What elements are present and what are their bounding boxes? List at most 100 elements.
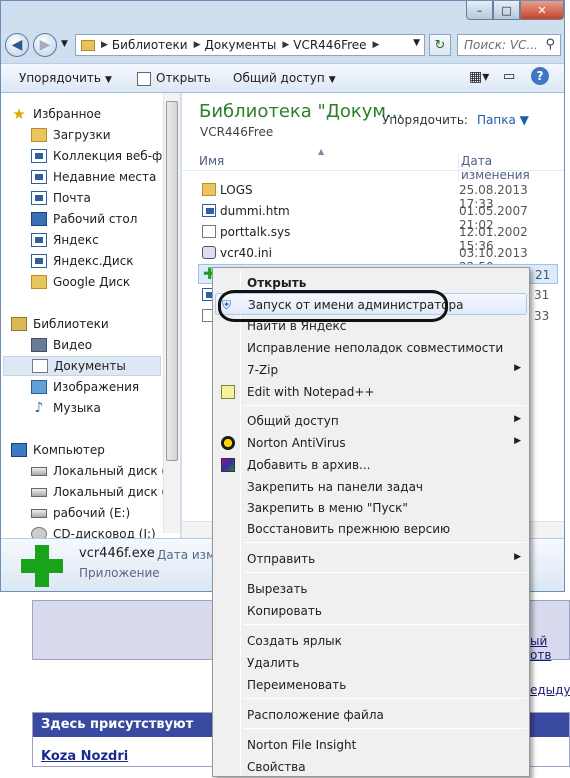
- arrange-by-dropdown[interactable]: Папка ▼: [477, 113, 529, 127]
- sidebar-item-video[interactable]: Видео: [31, 335, 92, 355]
- sidebar-item-music[interactable]: ♪ Музыка: [31, 398, 101, 418]
- nav-pane-scrollbar[interactable]: [163, 93, 180, 533]
- menu-item-create-shortcut[interactable]: Создать ярлык: [215, 630, 527, 652]
- menu-item-properties[interactable]: Свойства: [215, 756, 527, 778]
- winrar-icon: [221, 458, 235, 472]
- menu-item-delete[interactable]: Удалить: [215, 652, 527, 674]
- images-library-icon: [31, 380, 47, 394]
- navigation-pane: ★ Избранное Загрузки Коллекция веб-фра Не…: [1, 93, 181, 538]
- file-row[interactable]: LOGS 25.08.2013 17:33: [198, 180, 558, 211]
- address-dropdown-arrow[interactable]: ▼: [413, 38, 420, 48]
- breadcrumb-libraries[interactable]: Библиотеки: [112, 38, 188, 52]
- folder-icon: [202, 183, 216, 196]
- navigation-bar: ◀ ▶ ▼ ▶ Библиотеки ▶ Документы ▶ VCR446F…: [1, 29, 566, 61]
- sidebar-item-yandex[interactable]: Яндекс: [31, 230, 99, 250]
- submenu-arrow-icon: ▶: [514, 414, 521, 424]
- menu-item-restore-version[interactable]: Восстановить прежнюю версию: [215, 518, 527, 540]
- organize-button[interactable]: Упорядочить ▼: [19, 71, 112, 85]
- refresh-icon[interactable]: ↻: [429, 34, 451, 56]
- downloads-folder-icon: [31, 128, 47, 142]
- sidebar-item-disk-c[interactable]: Локальный диск (C:: [31, 461, 179, 481]
- view-options-icon[interactable]: ▦▾: [469, 69, 489, 85]
- menu-item-sharing[interactable]: Общий доступ ▶: [215, 410, 527, 432]
- sort-arrow-icon: ▲: [318, 147, 325, 156]
- libraries-header[interactable]: Библиотеки: [11, 314, 109, 334]
- hard-disk-icon: [31, 508, 47, 518]
- system-disk-icon: [31, 466, 47, 476]
- user-link[interactable]: Koza Nozdri: [41, 749, 128, 764]
- highlight-ring: [218, 290, 448, 322]
- file-row[interactable]: porttalk.sys 12.01.2002 15:36: [198, 222, 558, 253]
- breadcrumb-vcr446free[interactable]: VCR446Free: [293, 38, 366, 52]
- submenu-arrow-icon: ▶: [514, 552, 521, 562]
- recent-pages-dropdown[interactable]: ▼: [61, 39, 68, 49]
- menu-item-send-to[interactable]: Отправить ▶: [215, 548, 527, 570]
- web-page-icon: [31, 149, 47, 163]
- sidebar-item-yandex-disk[interactable]: Яндекс.Диск: [31, 251, 134, 271]
- menu-item-add-to-archive[interactable]: Добавить в архив...: [215, 454, 527, 476]
- settings-file-icon: [202, 246, 216, 259]
- sidebar-item-desktop[interactable]: Рабочий стол: [31, 209, 137, 229]
- menu-item-copy[interactable]: Копировать: [215, 600, 527, 622]
- menu-item-rename[interactable]: Переименовать: [215, 674, 527, 696]
- sidebar-item-disk-e[interactable]: рабочий (E:): [31, 503, 130, 523]
- menu-item-notepad[interactable]: Edit with Notepad++: [215, 381, 527, 403]
- minimize-button[interactable]: –: [466, 1, 493, 20]
- breadcrumb-documents[interactable]: Документы: [205, 38, 277, 52]
- help-icon[interactable]: ?: [531, 67, 549, 85]
- menu-item-compatibility[interactable]: Исправление неполадок совместимости: [215, 337, 527, 359]
- column-headers: ▲ Имя Дата изменения: [182, 147, 564, 182]
- details-filename: vcr446f.exe: [79, 546, 155, 561]
- open-button[interactable]: Открыть: [156, 71, 211, 85]
- file-row[interactable]: vcr40.ini 03.10.2013 22:50: [198, 243, 558, 274]
- sidebar-item-images[interactable]: Изображения: [31, 377, 139, 397]
- menu-separator: [243, 728, 527, 729]
- menu-item-7zip[interactable]: 7-Zip ▶: [215, 359, 527, 381]
- favorites-header[interactable]: ★ Избранное: [11, 104, 101, 124]
- submenu-arrow-icon: ▶: [514, 363, 521, 373]
- scrollbar-thumb[interactable]: [166, 101, 178, 461]
- search-input[interactable]: Поиск: VC... ⚲: [457, 34, 561, 56]
- back-arrow-icon[interactable]: ◀: [5, 33, 29, 57]
- sidebar-item-google-drive[interactable]: Google Диск: [31, 272, 130, 292]
- caption-buttons: – □ ✕: [466, 1, 564, 20]
- search-icon[interactable]: ⚲: [545, 37, 555, 52]
- norton-icon: [221, 436, 235, 450]
- date-column-header[interactable]: Дата изменения: [458, 154, 564, 182]
- computer-icon: [11, 443, 27, 457]
- reply-link[interactable]: ый отв: [530, 634, 570, 662]
- mail-icon: [31, 191, 47, 205]
- menu-item-cut[interactable]: Вырезать: [215, 578, 527, 600]
- close-button[interactable]: ✕: [520, 1, 564, 20]
- address-bar[interactable]: ▶ Библиотеки ▶ Документы ▶ VCR446Free ▶ …: [75, 34, 425, 56]
- menu-item-norton[interactable]: Norton AntiVirus ▶: [215, 432, 527, 454]
- yandex-disk-icon: [31, 254, 47, 268]
- computer-header[interactable]: Компьютер: [11, 440, 105, 460]
- submenu-arrow-icon: ▶: [514, 436, 521, 446]
- menu-item-pin-taskbar[interactable]: Закрепить на панели задач: [215, 476, 527, 498]
- notepad-icon: [221, 385, 235, 399]
- file-row[interactable]: dummi.htm 01.05.2007 21:02: [198, 201, 558, 232]
- share-button[interactable]: Общий доступ ▼: [233, 71, 336, 85]
- menu-item-pin-start[interactable]: Закрепить в меню "Пуск": [215, 497, 527, 519]
- sidebar-item-downloads[interactable]: Загрузки: [31, 125, 111, 145]
- hard-disk-icon: [31, 487, 47, 497]
- sidebar-item-mail[interactable]: Почта: [31, 188, 91, 208]
- sidebar-item-documents[interactable]: Документы: [3, 356, 161, 376]
- preview-pane-icon[interactable]: ▭: [503, 69, 515, 84]
- name-column-header[interactable]: Имя: [199, 154, 224, 168]
- menu-item-file-location[interactable]: Расположение файла: [215, 704, 527, 726]
- forward-arrow-icon[interactable]: ▶: [33, 33, 57, 57]
- sidebar-item-recent-places[interactable]: Недавние места: [31, 167, 156, 187]
- menu-separator: [243, 405, 527, 406]
- menu-item-norton-file-insight[interactable]: Norton File Insight: [215, 734, 527, 756]
- details-filetype: Приложение: [79, 566, 160, 580]
- menu-separator: [243, 624, 527, 625]
- sidebar-item-disk-d[interactable]: Локальный диск (D:: [31, 482, 179, 502]
- previous-link[interactable]: едыдущ: [530, 683, 570, 697]
- sidebar-item-cd-drive[interactable]: CD-дисковод (J:): [31, 524, 156, 538]
- sidebar-item-web-collection[interactable]: Коллекция веб-фра: [31, 146, 177, 166]
- google-drive-folder-icon: [31, 275, 47, 289]
- music-note-icon: ♪: [34, 400, 44, 416]
- maximize-button[interactable]: □: [493, 1, 520, 20]
